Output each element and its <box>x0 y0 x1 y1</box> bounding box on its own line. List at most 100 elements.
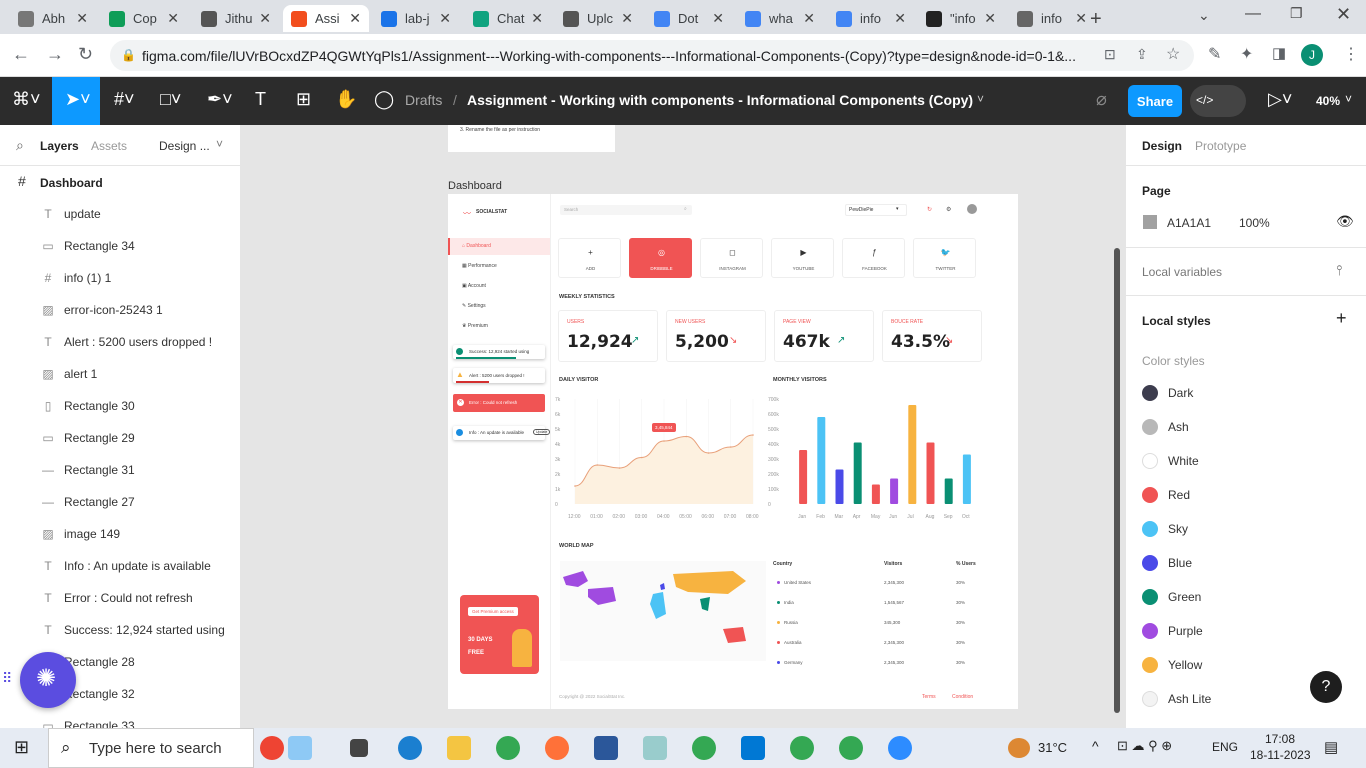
canvas[interactable]: 3. Rename the file as per instruction Da… <box>241 125 1125 728</box>
browser-tab[interactable]: Dot ✕ <box>646 5 732 32</box>
color-style-item[interactable]: Purple <box>1142 621 1203 641</box>
zoom-app-icon[interactable] <box>888 736 912 760</box>
share-page-icon[interactable]: ⇪ <box>1136 46 1148 63</box>
weather-temp[interactable]: 31°C <box>1038 740 1067 755</box>
dashboard-frame[interactable]: 〰 SOCIALSTAT ⌂ Dashboard ▦ Performance ▣ A… <box>448 194 1018 709</box>
color-style-item[interactable]: Dark <box>1142 383 1193 403</box>
frame-tool-icon[interactable]: #˅ <box>114 89 135 110</box>
tab-close-icon[interactable]: ✕ <box>984 10 996 27</box>
zoom-chevron-icon[interactable]: ˅ <box>1345 92 1352 106</box>
weather-widget-icon[interactable] <box>260 736 284 760</box>
channel-card[interactable]: + ADD <box>558 238 621 278</box>
help-button[interactable]: ? <box>1310 671 1342 703</box>
layer-row[interactable]: — Rectangle 27 <box>0 486 240 518</box>
page-selector[interactable]: Design ... <box>159 139 210 153</box>
back-icon[interactable]: ← <box>12 44 30 65</box>
footer-terms-link[interactable]: Terms <box>922 694 936 700</box>
url-input[interactable]: 🔒 figma.com/file/lUVrBOcxdZP4QGWtYqPls1/… <box>110 40 1194 71</box>
chrome-profile2-icon[interactable] <box>790 736 814 760</box>
channel-card[interactable]: ƒ FACEBOOK <box>842 238 905 278</box>
tab-close-icon[interactable]: ✕ <box>439 10 451 27</box>
gear-icon[interactable]: ⚙ <box>946 206 951 213</box>
footer-condition-link[interactable]: Condition <box>952 694 973 700</box>
search-highlight-icon[interactable] <box>288 736 312 760</box>
close-window-button[interactable]: ✕ <box>1336 4 1351 25</box>
nav-item[interactable]: ▣ Account <box>462 283 486 289</box>
text-tool-icon[interactable]: T <box>255 89 266 110</box>
tab-close-icon[interactable]: ✕ <box>167 10 179 27</box>
browser-tab[interactable]: lab-j ✕ <box>373 5 459 32</box>
frame-label[interactable]: Dashboard <box>448 180 502 192</box>
notification-icon[interactable]: ▤ <box>1324 738 1338 756</box>
tab-close-icon[interactable]: ✕ <box>1075 10 1087 27</box>
layer-root-dashboard[interactable]: Dashboard <box>40 176 103 190</box>
channel-card[interactable]: 🐦 TWITTER <box>913 238 976 278</box>
tray-chevron-icon[interactable]: ^ <box>1092 738 1099 754</box>
variables-icon[interactable]: ⫯ <box>1336 262 1342 279</box>
nav-item[interactable]: ⌂ Dashboard <box>462 243 491 249</box>
layer-row[interactable]: ▨ alert 1 <box>0 358 240 390</box>
page-chevron-icon[interactable]: ˅ <box>216 137 223 151</box>
layer-row[interactable]: ▨ error-icon-25243 1 <box>0 294 240 326</box>
chrome-icon[interactable] <box>496 736 520 760</box>
browser-menu-icon[interactable]: ⋮ <box>1343 44 1359 64</box>
layer-row[interactable]: ▯ Rectangle 30 <box>0 390 240 422</box>
account-select[interactable]: PewDiePie ▾ <box>845 204 907 216</box>
color-style-item[interactable]: White <box>1142 451 1199 471</box>
page-action-icon[interactable]: ⊡ <box>1104 46 1116 63</box>
refresh-icon[interactable]: ↻ <box>927 206 932 213</box>
breadcrumb-drafts[interactable]: Drafts <box>405 92 442 108</box>
channel-card[interactable]: ▶ YOUTUBE <box>771 238 834 278</box>
pen-tool-icon[interactable]: ✒˅ <box>207 89 233 110</box>
profile-avatar[interactable]: J <box>1301 44 1323 66</box>
tab-close-icon[interactable]: ✕ <box>349 10 361 27</box>
browser-tab[interactable]: Assi ✕ <box>283 5 369 32</box>
color-style-item[interactable]: Red <box>1142 485 1190 505</box>
extension-icon[interactable]: ✎ <box>1208 44 1221 64</box>
color-style-item[interactable]: Green <box>1142 587 1201 607</box>
language-indicator[interactable]: ENG <box>1212 740 1238 754</box>
channel-card[interactable]: ◎ DRIBBBLE <box>629 238 692 278</box>
layer-row[interactable]: T Error : Could not refresh <box>0 582 240 614</box>
tab-search-icon[interactable]: ⌄ <box>1198 7 1210 24</box>
tab-assets[interactable]: Assets <box>91 139 127 153</box>
color-style-item[interactable]: Yellow <box>1142 655 1202 675</box>
chrome-profile-icon[interactable] <box>692 736 716 760</box>
word-icon[interactable] <box>594 736 618 760</box>
layer-row[interactable]: ▨ image 149 <box>0 518 240 550</box>
tab-design[interactable]: Design <box>1142 139 1182 153</box>
tab-close-icon[interactable]: ✕ <box>894 10 906 27</box>
canvas-scrollbar[interactable] <box>1114 248 1120 713</box>
layer-row[interactable]: ▭ Rectangle 33 <box>0 710 240 728</box>
browser-tab[interactable]: Uplc ✕ <box>555 5 641 32</box>
tab-close-icon[interactable]: ✕ <box>259 10 271 27</box>
plugin-widget-button[interactable]: ✺ <box>20 652 76 708</box>
tab-close-icon[interactable]: ✕ <box>531 10 543 27</box>
nav-item[interactable]: ▦ Performance <box>462 263 497 269</box>
weather-icon[interactable] <box>1008 738 1030 758</box>
file-title[interactable]: Assignment - Working with components - I… <box>467 92 973 108</box>
color-style-item[interactable]: Sky <box>1142 519 1188 539</box>
firefox-icon[interactable] <box>545 736 569 760</box>
page-opacity-value[interactable]: 100% <box>1239 216 1270 230</box>
browser-tab[interactable]: "info ✕ <box>918 5 1004 32</box>
puzzle-icon[interactable]: ✦ <box>1240 44 1253 64</box>
toast-update-button[interactable]: Update <box>533 429 551 435</box>
promo-button[interactable]: Get Premium access <box>468 607 518 616</box>
browser-tab[interactable]: Chat ✕ <box>465 5 551 32</box>
tab-prototype[interactable]: Prototype <box>1195 139 1246 153</box>
zoom-level[interactable]: 40% <box>1316 94 1340 108</box>
page-color-swatch[interactable] <box>1143 215 1157 229</box>
hand-tool-icon[interactable]: ✋ <box>335 89 357 110</box>
tray-icons[interactable]: ⊡ ☁ ⚲ ⊕ <box>1117 738 1172 754</box>
taskbar-search[interactable]: ⌕ Type here to search <box>48 728 254 768</box>
tab-close-icon[interactable]: ✕ <box>712 10 724 27</box>
layer-row[interactable]: — Rectangle 31 <box>0 454 240 486</box>
nav-item[interactable]: ✎ Settings <box>462 303 486 309</box>
sidebar-icon[interactable]: ◨ <box>1272 44 1286 62</box>
layer-row[interactable]: ▭ Rectangle 29 <box>0 422 240 454</box>
browser-tab[interactable]: info ✕ <box>828 5 914 32</box>
figma-menu-icon[interactable]: ⌘˅ <box>12 89 41 110</box>
file-explorer-icon[interactable] <box>447 736 471 760</box>
forward-icon[interactable]: → <box>46 44 64 65</box>
